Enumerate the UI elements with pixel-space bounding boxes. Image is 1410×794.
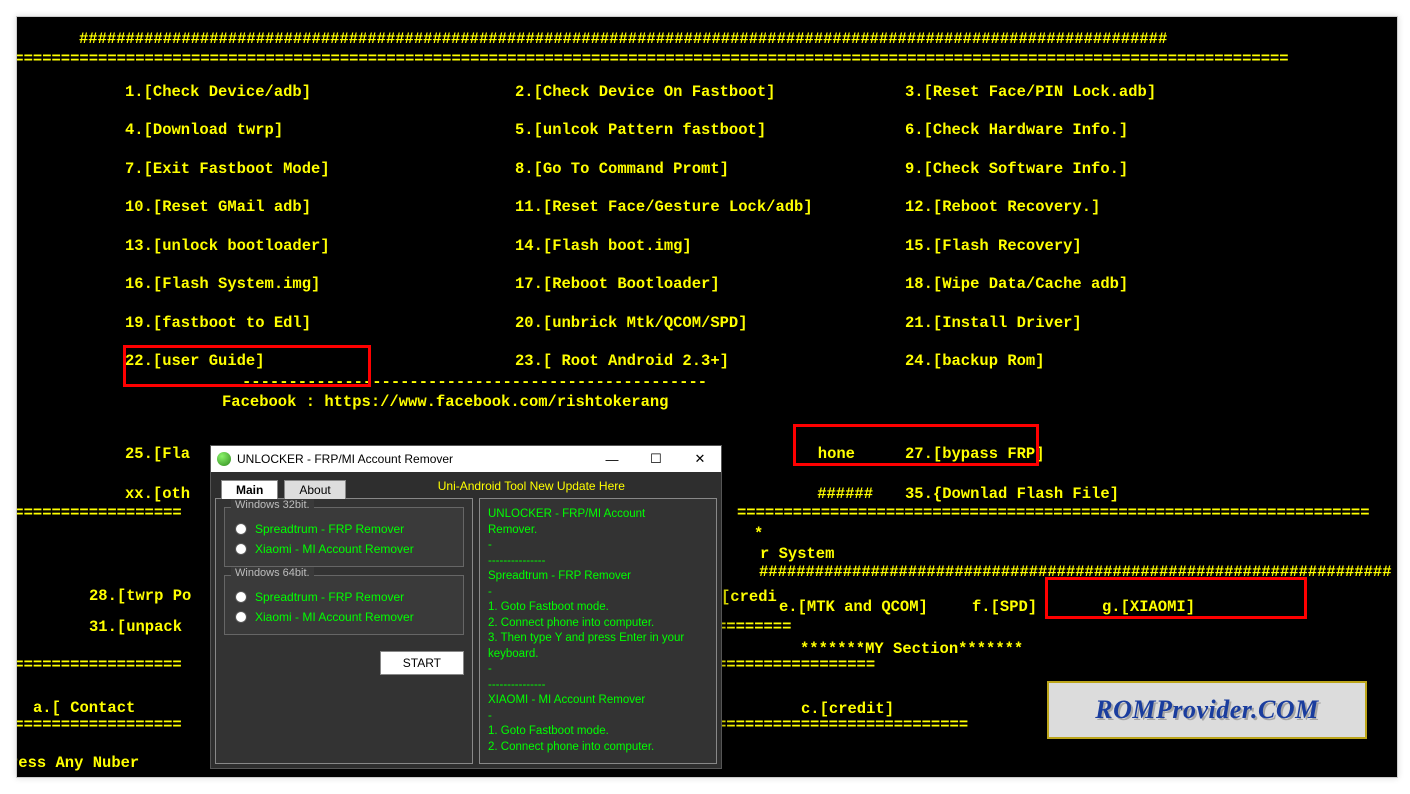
maximize-button[interactable]: ☐: [637, 446, 675, 472]
menu-item-10[interactable]: 10.[Reset GMail adb]: [125, 197, 515, 217]
eq-sep-lower: ========: [717, 617, 791, 637]
menu-item-12[interactable]: 12.[Reboot Recovery.]: [905, 197, 1295, 217]
eq-sep-bottom-right: ===========================: [717, 715, 968, 735]
radio-icon: [235, 611, 247, 623]
menu-item-2[interactable]: 2.[Check Device On Fastboot]: [515, 82, 905, 102]
menu-item-19[interactable]: 19.[fastboot to Edl]: [125, 313, 515, 333]
press-prompt: ress Any Nuber: [16, 753, 139, 773]
log-line: keyboard.: [488, 647, 708, 663]
facebook-link[interactable]: Facebook : https://www.facebook.com/rish…: [222, 392, 1398, 412]
options-panel: Windows 32bit. Spreadtrum - FRP Remover …: [215, 498, 473, 764]
group-legend-32bit: Windows 32bit.: [231, 499, 314, 511]
log-sep: ---------------: [488, 678, 708, 694]
radio-label: Xiaomi - MI Account Remover: [255, 542, 414, 556]
radio-label: Spreadtrum - FRP Remover: [255, 522, 404, 536]
eq-sep-lowest: ===================: [16, 655, 182, 675]
radio-icon: [235, 591, 247, 603]
highlight-xiaomi: [1045, 577, 1307, 619]
menu-item-17[interactable]: 17.[Reboot Bootloader]: [515, 274, 905, 294]
menu-item-21[interactable]: 21.[Install Driver]: [905, 313, 1295, 333]
menu-item-8[interactable]: 8.[Go To Command Promt]: [515, 159, 905, 179]
eq-sep-bottom: ===================: [16, 715, 182, 735]
tab-main[interactable]: Main: [221, 480, 278, 499]
radio-icon: [235, 523, 247, 535]
close-button[interactable]: ✕: [681, 446, 719, 472]
radio-label: Xiaomi - MI Account Remover: [255, 610, 414, 624]
eq-sep-lowest-right: =================: [717, 655, 875, 675]
star: *: [754, 524, 763, 544]
menu-item-3[interactable]: 3.[Reset Face/PIN Lock.adb]: [905, 82, 1295, 102]
radio-label: Spreadtrum - FRP Remover: [255, 590, 404, 604]
menu-item-7[interactable]: 7.[Exit Fastboot Mode]: [125, 159, 515, 179]
start-button[interactable]: START: [380, 651, 464, 675]
menu-item-5[interactable]: 5.[unlcok Pattern fastboot]: [515, 120, 905, 140]
radio-mi-32[interactable]: Xiaomi - MI Account Remover: [235, 542, 453, 556]
menu-item-13[interactable]: 13.[unlock bootloader]: [125, 236, 515, 256]
eq-sep-mid-right: ========================================…: [737, 503, 1370, 523]
update-banner[interactable]: Uni-Android Tool New Update Here: [346, 477, 717, 497]
log-line: XIAOMI - MI Account Remover: [488, 693, 708, 709]
menu-item-4[interactable]: 4.[Download twrp]: [125, 120, 515, 140]
eq-sep-top: ========================================…: [16, 49, 1398, 69]
menu-item-35[interactable]: 35.{Downlad Flash File]: [905, 484, 1295, 504]
dash-sep: ----------------------------------------…: [242, 372, 1398, 392]
radio-spd-32[interactable]: Spreadtrum - FRP Remover: [235, 522, 453, 536]
radio-spd-64[interactable]: Spreadtrum - FRP Remover: [235, 590, 453, 604]
log-line: Spreadtrum - FRP Remover: [488, 569, 708, 585]
log-line: 1. Goto Fastboot mode.: [488, 724, 708, 740]
log-sep: ---------------: [488, 554, 708, 570]
highlight-bypass-frp: [793, 424, 1039, 466]
log-line: 1. Goto Fastboot mode.: [488, 600, 708, 616]
menu-item-11[interactable]: 11.[Reset Face/Gesture Lock/adb]: [515, 197, 905, 217]
menu-item-1[interactable]: 1.[Check Device/adb]: [125, 82, 515, 102]
group-64bit: Windows 64bit. Spreadtrum - FRP Remover …: [224, 575, 464, 635]
menu-item-24[interactable]: 24.[backup Rom]: [905, 351, 1295, 371]
app-icon: [217, 452, 231, 466]
log-line: 2. Connect phone into computer.: [488, 740, 708, 756]
menu-item-14[interactable]: 14.[Flash boot.img]: [515, 236, 905, 256]
tab-about[interactable]: About: [284, 480, 345, 499]
radio-mi-64[interactable]: Xiaomi - MI Account Remover: [235, 610, 453, 624]
credi-partial: [credi: [721, 587, 777, 607]
log-line: UNLOCKER - FRP/MI Account: [488, 507, 708, 523]
menu-item-20[interactable]: 20.[unbrick Mtk/QCOM/SPD]: [515, 313, 905, 333]
group-32bit: Windows 32bit. Spreadtrum - FRP Remover …: [224, 507, 464, 567]
group-legend-64bit: Windows 64bit.: [231, 567, 314, 579]
hash-border-top: ########################################…: [79, 29, 1398, 49]
log-line: 2. Connect phone into computer.: [488, 616, 708, 632]
menu-item-6[interactable]: 6.[Check Hardware Info.]: [905, 120, 1295, 140]
unlocker-window[interactable]: UNLOCKER - FRP/MI Account Remover — ☐ ✕ …: [210, 445, 722, 769]
log-line: Remover.: [488, 523, 708, 539]
menu-item-23[interactable]: 23.[ Root Android 2.3+]: [515, 351, 905, 371]
menu-item-e[interactable]: e.[MTK and QCOM]: [779, 597, 928, 617]
log-line: 3. Then type Y and press Enter in your: [488, 631, 708, 647]
romprovider-logo: ROMProvider.COM: [1047, 681, 1367, 739]
log-panel: UNLOCKER - FRP/MI Account Remover. - ---…: [479, 498, 717, 764]
radio-icon: [235, 543, 247, 555]
window-title: UNLOCKER - FRP/MI Account Remover: [237, 452, 587, 466]
menu-item-31-partial[interactable]: 31.[unpack: [89, 617, 182, 637]
menu-item-f[interactable]: f.[SPD]: [972, 597, 1037, 617]
menu-item-9[interactable]: 9.[Check Software Info.]: [905, 159, 1295, 179]
menu-item-16[interactable]: 16.[Flash System.img]: [125, 274, 515, 294]
eq-sep-mid: ===================: [16, 503, 182, 523]
highlight-fastboot-to-edl: [123, 345, 371, 387]
minimize-button[interactable]: —: [593, 446, 631, 472]
menu-item-18[interactable]: 18.[Wipe Data/Cache adb]: [905, 274, 1295, 294]
window-titlebar[interactable]: UNLOCKER - FRP/MI Account Remover — ☐ ✕: [211, 446, 721, 472]
menu-item-28-partial[interactable]: 28.[twrp Po: [89, 586, 191, 606]
menu-item-15[interactable]: 15.[Flash Recovery]: [905, 236, 1295, 256]
